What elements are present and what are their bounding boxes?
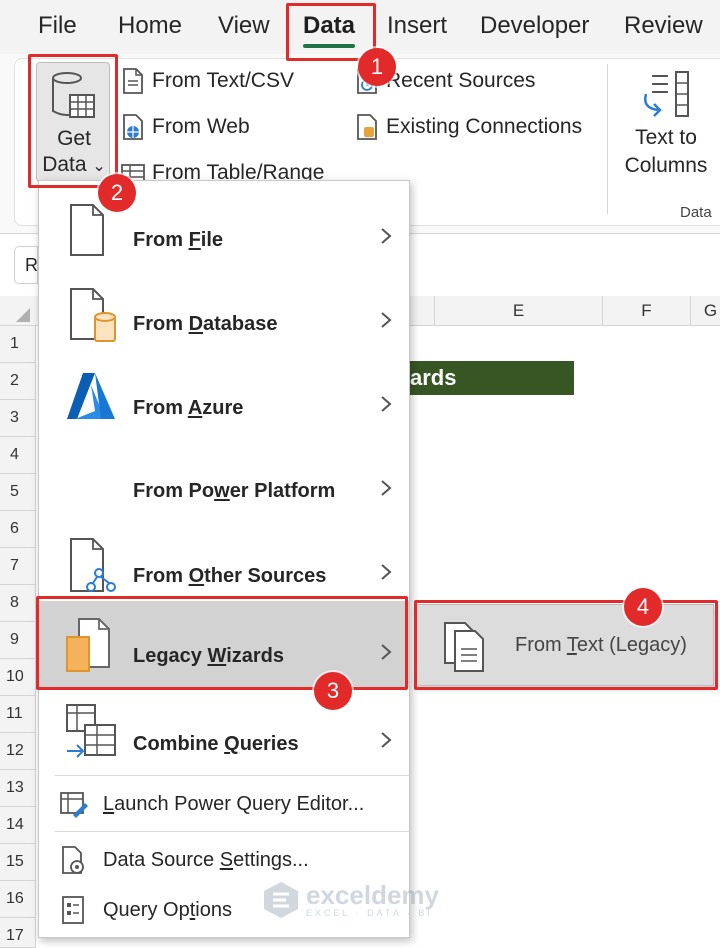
row-header[interactable]: 3 bbox=[0, 400, 36, 437]
chevron-right-icon bbox=[381, 480, 392, 496]
menu-item-from-power-platform[interactable]: From Power Platform bbox=[39, 441, 409, 521]
combine-queries-icon bbox=[66, 704, 116, 758]
web-file-icon bbox=[123, 114, 143, 140]
chevron-right-icon bbox=[381, 564, 392, 580]
exceldemy-logo-icon bbox=[264, 882, 298, 918]
row-header[interactable]: 9 bbox=[0, 622, 36, 659]
step-badge-1: 1 bbox=[358, 48, 396, 86]
watermark-tagline: EXCEL · DATA · BI bbox=[306, 908, 433, 918]
menu-item-label: Combine Queries bbox=[133, 733, 299, 755]
existing-connections-icon bbox=[357, 114, 377, 140]
data-source-settings-icon bbox=[62, 846, 84, 874]
chevron-right-icon bbox=[381, 312, 392, 328]
step-badge-2: 2 bbox=[98, 174, 136, 212]
menu-item-label: From Power Platform bbox=[133, 480, 336, 502]
from-text-csv-label: From Text/CSV bbox=[152, 69, 294, 92]
text-to-columns-label-line2: Columns bbox=[624, 154, 708, 177]
chevron-right-icon bbox=[381, 732, 392, 748]
menu-item-combine-queries[interactable]: Combine Queries bbox=[39, 693, 409, 775]
watermark-name: exceldemy bbox=[306, 880, 439, 910]
menu-separator bbox=[55, 775, 411, 776]
name-box[interactable]: R bbox=[14, 246, 38, 284]
row-header[interactable]: 5 bbox=[0, 474, 36, 511]
menu-item-from-file[interactable]: From File bbox=[39, 189, 409, 269]
from-text-csv-button[interactable]: From Text/CSV bbox=[120, 66, 294, 96]
menu-separator bbox=[55, 831, 411, 832]
tab-file[interactable]: File bbox=[38, 12, 77, 40]
text-file-icon bbox=[123, 68, 143, 94]
query-editor-icon bbox=[60, 792, 88, 818]
text-to-columns-label-line1: Text to bbox=[635, 126, 697, 149]
get-data-dropdown-menu: From File From Database From Azure From … bbox=[38, 180, 411, 938]
tab-home[interactable]: Home bbox=[118, 12, 182, 40]
column-header-g[interactable]: G bbox=[690, 296, 720, 326]
highlight-box-data-tab bbox=[286, 3, 376, 61]
row-header[interactable]: 17 bbox=[0, 918, 36, 948]
data-tools-group-label: Data bbox=[680, 204, 712, 221]
menu-item-label: From File bbox=[133, 229, 224, 251]
row-header[interactable]: 16 bbox=[0, 881, 36, 918]
column-header-e[interactable]: E bbox=[434, 296, 602, 326]
menu-item-from-other-sources[interactable]: From Other Sources bbox=[39, 525, 409, 605]
step-badge-3: 3 bbox=[314, 672, 352, 710]
menu-item-from-azure[interactable]: From Azure bbox=[39, 357, 409, 437]
menu-item-label: From Database bbox=[133, 313, 278, 335]
menu-item-label: From Other Sources bbox=[133, 565, 327, 587]
row-header[interactable]: 12 bbox=[0, 733, 36, 770]
step-badge-4: 4 bbox=[624, 588, 662, 626]
existing-connections-button[interactable]: Existing Connections bbox=[354, 112, 582, 142]
from-web-button[interactable]: From Web bbox=[120, 112, 250, 142]
recent-sources-label: Recent Sources bbox=[386, 69, 536, 92]
row-header[interactable]: 4 bbox=[0, 437, 36, 474]
menu-item-label: Data Source Settings... bbox=[103, 849, 309, 871]
menu-item-label: From Azure bbox=[133, 397, 244, 419]
text-to-columns-icon bbox=[644, 71, 689, 117]
tab-review[interactable]: Review bbox=[624, 12, 703, 40]
from-web-label: From Web bbox=[152, 115, 250, 138]
row-header[interactable]: 10 bbox=[0, 659, 36, 696]
ribbon-group-separator bbox=[607, 64, 608, 214]
tab-view[interactable]: View bbox=[218, 12, 270, 40]
row-header[interactable]: 8 bbox=[0, 585, 36, 622]
menu-item-launch-power-query-editor[interactable]: Launch Power Query Editor... bbox=[39, 781, 409, 829]
column-header-f[interactable]: F bbox=[602, 296, 690, 326]
menu-item-from-database[interactable]: From Database bbox=[39, 273, 409, 353]
exceldemy-watermark: exceldemy EXCEL · DATA · BI bbox=[262, 880, 439, 920]
row-header[interactable]: 7 bbox=[0, 548, 36, 585]
row-header[interactable]: 11 bbox=[0, 696, 36, 733]
row-header[interactable]: 2 bbox=[0, 363, 36, 400]
highlight-box-from-text-legacy bbox=[414, 600, 718, 690]
menu-item-label: Query Options bbox=[103, 899, 232, 921]
row-header[interactable]: 13 bbox=[0, 770, 36, 807]
menu-item-data-source-settings[interactable]: Data Source Settings... bbox=[39, 837, 409, 885]
existing-connections-label: Existing Connections bbox=[386, 115, 583, 138]
highlight-box-get-data bbox=[28, 54, 118, 188]
row-header[interactable]: 6 bbox=[0, 511, 36, 548]
title-cell[interactable]: ards bbox=[408, 361, 574, 395]
chevron-right-icon bbox=[381, 396, 392, 412]
text-to-columns-button[interactable]: Text to Columns bbox=[616, 62, 716, 192]
tab-developer[interactable]: Developer bbox=[480, 12, 589, 40]
tab-insert[interactable]: Insert bbox=[387, 12, 447, 40]
highlight-box-legacy-wizards bbox=[36, 596, 408, 690]
row-header[interactable]: 14 bbox=[0, 807, 36, 844]
row-header[interactable]: 1 bbox=[0, 326, 36, 363]
other-sources-icon bbox=[70, 538, 116, 592]
menu-item-label: Launch Power Query Editor... bbox=[103, 793, 365, 815]
file-icon bbox=[70, 204, 104, 256]
select-all-icon[interactable] bbox=[16, 308, 30, 322]
row-header[interactable]: 15 bbox=[0, 844, 36, 881]
azure-icon bbox=[67, 373, 115, 419]
query-options-icon bbox=[62, 896, 84, 924]
database-icon bbox=[70, 288, 116, 342]
chevron-right-icon bbox=[381, 228, 392, 244]
